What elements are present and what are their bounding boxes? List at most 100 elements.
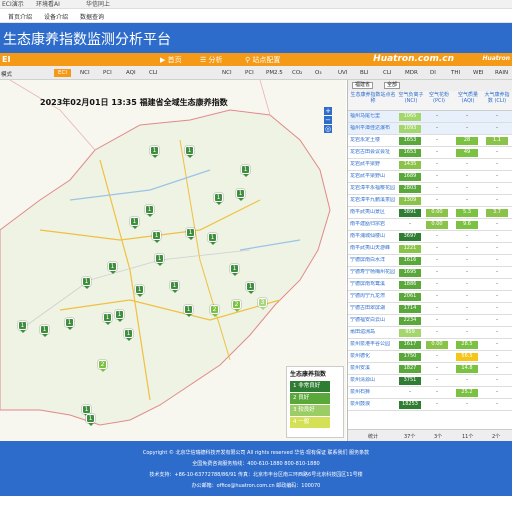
station-name[interactable]: 龙岩漳平九鹏溪茶园 — [350, 197, 396, 205]
zoom-out-button[interactable]: − — [324, 116, 332, 124]
subnav-link[interactable]: 数据查询 — [80, 12, 104, 21]
table-row[interactable]: 泉州德化 1750 - 56.5 - — [348, 351, 512, 363]
station-name[interactable]: 泉州安溪 — [350, 365, 396, 373]
table-row[interactable]: 龙岩古田会议会址 1653 - 49 - — [348, 147, 512, 159]
station-marker[interactable]: 1 — [108, 262, 117, 274]
station-marker[interactable]: 1 — [135, 285, 144, 297]
station-marker[interactable]: 1 — [40, 325, 49, 337]
station-marker[interactable]: 1 — [241, 165, 250, 177]
station-name[interactable]: 宁德周宁九龙漈 — [350, 293, 396, 301]
col-header-pci[interactable]: 空气花粉 (PCI) — [426, 92, 452, 104]
map-view[interactable]: 2023年02月01日 13:35 福建省全域生态康养指数 + − ◎ 1111… — [0, 80, 346, 441]
station-name[interactable]: 莆田湄洲岛 — [350, 329, 396, 337]
subnav-link[interactable]: 设备介绍 — [44, 12, 68, 21]
station-name[interactable]: 泉州德化 — [350, 353, 396, 361]
table-row[interactable]: 泉州安溪 1827 - 14.8 - — [348, 363, 512, 375]
station-marker[interactable]: 1 — [130, 217, 139, 229]
table-row[interactable]: 福州马尾七里 1065 - - - — [348, 111, 512, 123]
station-name[interactable]: 南平武夷山景区 — [350, 209, 396, 217]
station-marker[interactable]: 1 — [82, 277, 91, 289]
station-name[interactable]: 宁德福安白云山 — [350, 317, 396, 325]
station-marker[interactable]: 1 — [103, 313, 112, 325]
index-tab-eci[interactable]: ECI — [54, 69, 71, 77]
index-tab-nci[interactable]: NCI — [80, 70, 90, 76]
index-tab[interactable]: PM2.5 — [266, 70, 283, 76]
station-name[interactable]: 龙岩武平梁野山 — [350, 173, 396, 181]
table-row[interactable]: 宁德屏南白水洋 1616 - - - — [348, 255, 512, 267]
station-marker[interactable]: 1 — [124, 329, 133, 341]
bookmark-item[interactable]: 环境看AI — [36, 0, 60, 9]
table-row[interactable]: 龙岩武平梁野 1435 - - - — [348, 159, 512, 171]
table-row[interactable]: 宁德寿宁杨梅州花园 1695 - - - — [348, 267, 512, 279]
station-name[interactable]: 龙岩古田会议会址 — [350, 149, 396, 157]
table-row[interactable]: 宁德古田翠屏湖 1714 - - - — [348, 303, 512, 315]
region-select[interactable]: 福建省 — [352, 82, 374, 89]
station-marker[interactable]: 1 — [214, 193, 223, 205]
station-marker[interactable]: 1 — [65, 318, 74, 330]
table-row[interactable]: 泉州泉港丰谷公园 1617 0.00 28.5 - — [348, 339, 512, 351]
table-row[interactable]: 宁德周宁九龙漈 2061 - - - — [348, 291, 512, 303]
index-tab[interactable]: BLI — [360, 70, 368, 76]
table-row[interactable]: 南平武夷山景区 3891 0.00 5.3 3.7 — [348, 207, 512, 219]
station-marker[interactable]: 3 — [258, 298, 267, 310]
station-marker[interactable]: 1 — [230, 264, 239, 276]
station-marker[interactable]: 2 — [232, 300, 241, 312]
station-marker[interactable]: 1 — [152, 231, 161, 243]
station-name[interactable]: 泉州鼓浪 — [350, 401, 396, 409]
station-name[interactable]: 泉州石狮 — [350, 389, 396, 397]
station-name[interactable]: 泉州泉港丰谷公园 — [350, 341, 396, 349]
station-name[interactable]: 龙岩漳平永福樱花园 — [350, 185, 396, 193]
table-row[interactable]: 龙岩永定土楼 1653 - 28 1.1 — [348, 135, 512, 147]
table-row[interactable]: 龙岩漳平九鹏溪茶园 1309 - - - — [348, 195, 512, 207]
index-tab-aqi[interactable]: AQI — [126, 70, 136, 76]
table-row[interactable]: 福州平潭佳达瀑布 1093 - - - — [348, 123, 512, 135]
station-marker[interactable]: 1 — [155, 254, 164, 266]
locate-icon[interactable]: ◎ — [324, 125, 332, 133]
station-marker[interactable]: 1 — [86, 414, 95, 426]
table-row[interactable]: 莆田湄洲岛 959 - - - — [348, 327, 512, 339]
station-marker[interactable]: 1 — [184, 305, 193, 317]
station-name[interactable]: 宁德屏南白水洋 — [350, 257, 396, 265]
station-marker[interactable]: 1 — [18, 321, 27, 333]
station-marker[interactable]: 1 — [246, 282, 255, 294]
station-name[interactable]: 福州平潭佳达瀑布 — [350, 125, 396, 133]
table-row[interactable]: 南平建瓯归宗岩 - 0.00 9.6 - — [348, 219, 512, 231]
table-row[interactable]: 龙岩漳平永福樱花园 2803 - - - — [348, 183, 512, 195]
index-tab[interactable]: PCI — [245, 70, 254, 76]
station-marker[interactable]: 1 — [208, 233, 217, 245]
table-row[interactable]: 泉州石狮 - - 25.2 - — [348, 387, 512, 399]
subnav-link[interactable]: 首页介绍 — [8, 12, 32, 21]
table-row[interactable]: 宁德屏南鸳鸯溪 1886 - - - — [348, 279, 512, 291]
bookmark-item[interactable]: 华信同上 — [86, 0, 110, 9]
station-name[interactable]: 南平浦城仙楼山 — [350, 233, 396, 241]
station-marker[interactable]: 2 — [98, 360, 107, 372]
index-tab[interactable]: WEI — [473, 70, 484, 76]
tab-analysis[interactable]: ☰ 分析 — [200, 55, 223, 65]
tab-home[interactable]: ▶ 首页 — [160, 55, 182, 65]
table-row[interactable]: 龙岩武平梁野山 1689 - - - — [348, 171, 512, 183]
zoom-in-button[interactable]: + — [324, 107, 332, 115]
station-marker[interactable]: 1 — [145, 205, 154, 217]
table-row[interactable]: 南平武夷山天游峰 1221 - - - — [348, 243, 512, 255]
station-marker[interactable]: 2 — [210, 305, 219, 317]
col-header-nci[interactable]: 空气负离子 (NCI) — [398, 92, 424, 104]
index-tab[interactable]: CLI — [383, 70, 392, 76]
station-marker[interactable]: 1 — [236, 189, 245, 201]
station-name[interactable]: 宁德古田翠屏湖 — [350, 305, 396, 313]
station-marker[interactable]: 1 — [185, 146, 194, 158]
station-marker[interactable]: 1 — [115, 310, 124, 322]
station-marker[interactable]: 1 — [186, 228, 195, 240]
station-name[interactable]: 宁德寿宁杨梅州花园 — [350, 269, 396, 277]
station-name[interactable]: 南平建瓯归宗岩 — [350, 221, 396, 229]
station-name[interactable]: 福州马尾七里 — [350, 113, 396, 121]
table-row[interactable]: 宁德福安白云山 2234 - - - — [348, 315, 512, 327]
index-tab[interactable]: NCI — [222, 70, 232, 76]
index-tab[interactable]: RAIN — [495, 70, 508, 76]
tab-station-config[interactable]: ⚲ 站点配置 — [245, 55, 280, 65]
station-name[interactable]: 龙岩永定土楼 — [350, 137, 396, 145]
col-header-cli[interactable]: 大气康养指数 (CLI) — [483, 92, 511, 104]
index-tab[interactable]: THI — [451, 70, 460, 76]
station-name[interactable]: 南平武夷山天游峰 — [350, 245, 396, 253]
table-row[interactable]: 泉州鼓浪 18253 - - - — [348, 399, 512, 411]
table-row[interactable]: 南平浦城仙楼山 3697 - - - — [348, 231, 512, 243]
